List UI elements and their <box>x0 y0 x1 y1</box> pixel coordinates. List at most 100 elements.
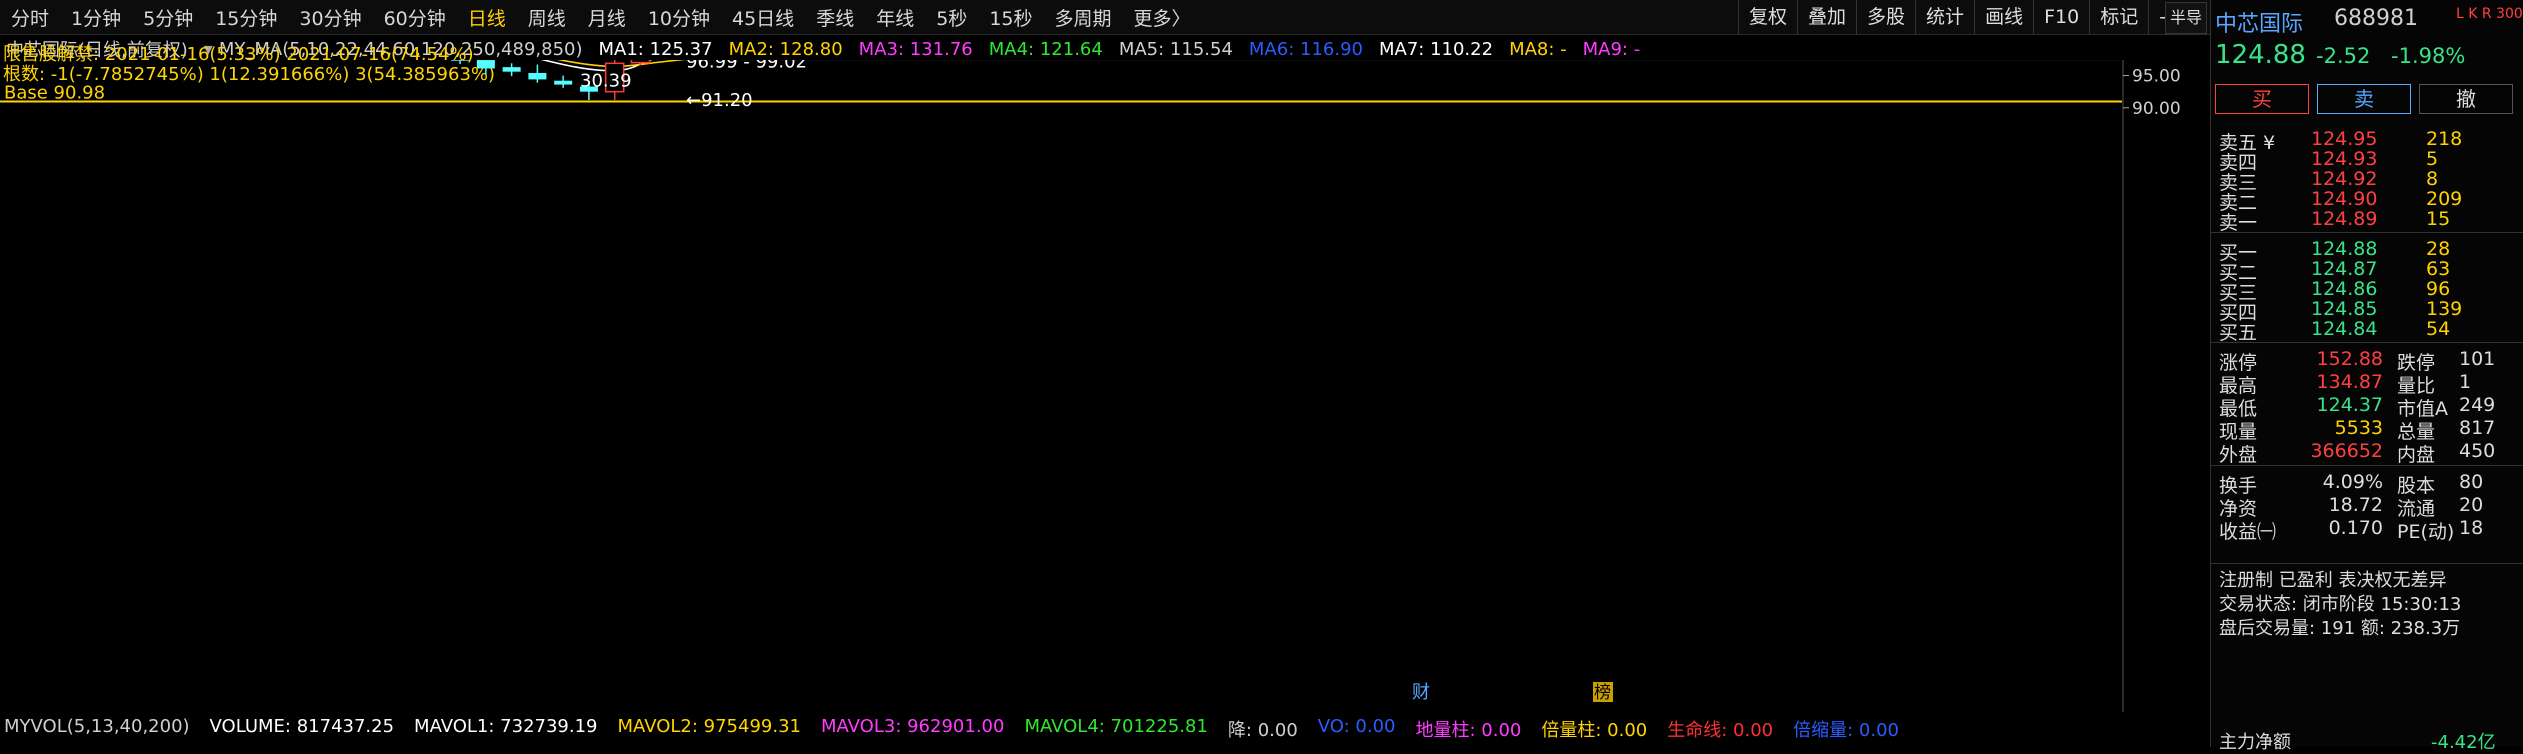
ma-value: MA3: 131.76 <box>859 39 973 60</box>
bid-row: 买三124.8696 <box>2211 278 2523 296</box>
period-tab[interactable]: 月线 <box>577 4 637 31</box>
candle-body <box>477 60 495 68</box>
period-tab[interactable]: 5分钟 <box>132 4 204 31</box>
period-tab[interactable]: 分时 <box>0 4 60 31</box>
stat-value: 366652 <box>2283 440 2383 462</box>
divider <box>2211 232 2523 233</box>
period-tab[interactable]: 45日线 <box>721 4 805 31</box>
ask-row: 卖四124.935 <box>2211 148 2523 166</box>
ma-value: MA4: 121.64 <box>989 39 1103 60</box>
stat-row: 现量5533总量817 <box>2211 417 2523 437</box>
stat-value: 20 <box>2459 494 2483 516</box>
period-tab[interactable]: 1分钟 <box>60 4 132 31</box>
stat-value: 249 <box>2459 394 2495 416</box>
low-label: ←91.20 <box>686 90 753 111</box>
stock-flags: L K R 300 <box>2456 6 2523 22</box>
finance-marker: 财 <box>1412 682 1430 703</box>
stat-row: 涨停152.88跌停101 <box>2211 348 2523 368</box>
ma-value: MA9: - <box>1583 39 1641 60</box>
period-tab[interactable]: 年线 <box>865 4 925 31</box>
stat-value: 4.09% <box>2283 471 2383 493</box>
tool-button[interactable]: 复权 <box>1738 0 1797 34</box>
volume-indicator-value: MAVOL2: 975499.31 <box>618 716 801 742</box>
bid-row: 买一124.8828 <box>2211 238 2523 256</box>
divider <box>2211 563 2523 564</box>
ask-volume: 209 <box>2426 188 2462 210</box>
stat-label: 外盘 <box>2219 440 2257 467</box>
stat-value: 80 <box>2459 471 2483 493</box>
stat-value: 101 <box>2459 348 2495 370</box>
ask-price: 124.90 <box>2311 188 2377 210</box>
bid-price: 124.87 <box>2311 258 2377 280</box>
period-tab[interactable]: 周线 <box>517 4 577 31</box>
ask-row: 卖五 ¥124.95218 <box>2211 128 2523 146</box>
main-net-label: 主力净额 <box>2219 728 2291 754</box>
volume-indicator-value: MAVOL1: 732739.19 <box>414 716 597 742</box>
period-tab[interactable]: 多周期 <box>1044 4 1123 31</box>
period-tab[interactable]: 30分钟 <box>288 4 372 31</box>
candle-body <box>451 60 469 61</box>
stat-value: 18 <box>2459 517 2483 539</box>
candlestick-chart[interactable]: 80.9% 145.9861.8% 133.0050% 124.9838.2% … <box>0 60 2210 712</box>
price-change-pct: -1.98% <box>2391 44 2465 68</box>
stat-value: 1 <box>2459 371 2471 393</box>
stat-value: 134.87 <box>2283 371 2383 393</box>
last-price: 124.88 <box>2215 40 2306 70</box>
tool-button[interactable]: 多股 <box>1856 0 1915 34</box>
volume-indicator-value: 倍缩量: 0.00 <box>1793 716 1899 742</box>
tool-button[interactable]: 标记 <box>2089 0 2148 34</box>
bid-price: 124.86 <box>2311 278 2377 300</box>
stat-row: 最高134.87量比1 <box>2211 371 2523 391</box>
buy-button[interactable]: 买 <box>2215 84 2309 114</box>
fib-level-label: Base 90.98 <box>4 82 105 103</box>
rank-marker: 榜 <box>1594 683 1611 703</box>
candle-body <box>631 60 649 63</box>
ask-volume: 5 <box>2426 148 2438 170</box>
period-tab[interactable]: 15分钟 <box>204 4 288 31</box>
main-net-value: -4.42亿 <box>2431 728 2496 754</box>
ma-value: MA1: 125.37 <box>599 39 713 60</box>
volume-indicator-value: 倍量柱: 0.00 <box>1541 716 1647 742</box>
stat-value: 5533 <box>2283 417 2383 439</box>
volume-indicator-value: MAVOL3: 962901.00 <box>821 716 1004 742</box>
ask-row: 卖二124.90209 <box>2211 188 2523 206</box>
stat-label: 收益㈠ <box>2219 517 2276 544</box>
period-tab[interactable]: 15秒 <box>978 4 1043 31</box>
period-tab[interactable]: 60分钟 <box>373 4 457 31</box>
bid-price: 124.85 <box>2311 298 2377 320</box>
bid-row: 买四124.85139 <box>2211 298 2523 316</box>
ma-value: MA8: - <box>1509 39 1567 60</box>
period-tab[interactable]: 10分钟 <box>637 4 721 31</box>
candle-body <box>528 73 546 79</box>
ma-values: MA1: 125.37MA2: 128.80MA3: 131.76MA4: 12… <box>599 39 1657 60</box>
period-tab[interactable]: 日线 <box>457 4 517 31</box>
stat-value: 450 <box>2459 440 2495 462</box>
bid-row: 买二124.8763 <box>2211 258 2523 276</box>
tool-button[interactable]: F10 <box>2033 0 2089 34</box>
stat-row: 收益㈠0.170PE(动)18 <box>2211 517 2523 537</box>
stat-row: 最低124.37市值A249 <box>2211 394 2523 414</box>
tool-button[interactable]: 叠加 <box>1797 0 1856 34</box>
ma-value: MA7: 110.22 <box>1379 39 1493 60</box>
stat-row: 外盘366652内盘450 <box>2211 440 2523 460</box>
cancel-order-button[interactable]: 撤 <box>2419 84 2513 114</box>
y-tick-label: 95.00 <box>2132 67 2181 87</box>
ask-price: 124.95 <box>2311 128 2377 150</box>
stat-row: 换手4.09%股本80 <box>2211 471 2523 491</box>
tool-button[interactable]: 画线 <box>1974 0 2033 34</box>
sector-button[interactable]: 半导 <box>2165 2 2207 34</box>
ask-volume: 218 <box>2426 128 2462 150</box>
volume-values: MYVOL(5,13,40,200)VOLUME: 817437.25MAVOL… <box>0 716 1915 742</box>
stat-value: 817 <box>2459 417 2495 439</box>
divider <box>2211 342 2523 343</box>
period-tab[interactable]: 5秒 <box>925 4 978 31</box>
ask-row: 卖三124.928 <box>2211 168 2523 186</box>
tool-button[interactable]: 统计 <box>1915 0 1974 34</box>
sell-button[interactable]: 卖 <box>2317 84 2411 114</box>
stock-name[interactable]: 中芯国际 <box>2215 6 2303 38</box>
period-tab[interactable]: 季线 <box>805 4 865 31</box>
period-tab[interactable]: 更多〉 <box>1123 4 1202 31</box>
ask-volume: 8 <box>2426 168 2438 190</box>
bid-price: 124.88 <box>2311 238 2377 260</box>
stat-value: 0.170 <box>2283 517 2383 539</box>
